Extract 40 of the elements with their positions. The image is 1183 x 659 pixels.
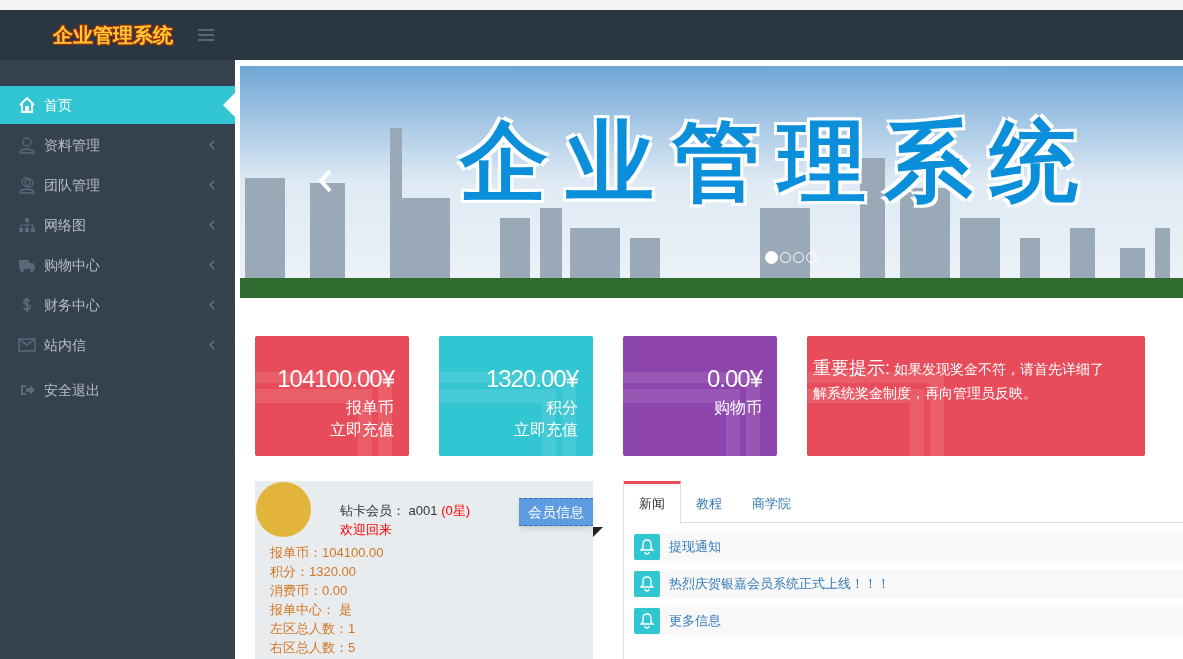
stat-value: 1320.00¥	[484, 364, 578, 394]
welcome-text: 欢迎回来	[340, 521, 393, 539]
user-icon	[18, 136, 36, 154]
avatar	[256, 482, 311, 537]
stat-value: 0.00¥	[705, 364, 762, 394]
news-tab[interactable]: 新闻	[624, 481, 681, 524]
ribbon-fold-icon	[593, 527, 603, 537]
stat-label: 积分	[545, 398, 578, 418]
news-link[interactable]: 更多信息	[669, 611, 721, 631]
envelope-icon	[18, 336, 36, 354]
member-info-button[interactable]: 会员信息	[519, 498, 593, 526]
member-detail: 右区总人数：5	[270, 639, 357, 657]
sidebar-item[interactable]: 网络图	[0, 206, 235, 244]
stat-value: 104100.00¥	[276, 364, 394, 394]
sidebar-item[interactable]: 财务中心	[0, 286, 235, 324]
sidebar-item[interactable]: 购物中心	[0, 246, 235, 284]
sidebar-item[interactable]: 站内信	[0, 326, 235, 364]
recharge-link[interactable]: 立即充值	[255, 419, 394, 441]
news-tab[interactable]: 商学院	[737, 481, 806, 523]
member-detail: 左区总人数：1	[270, 620, 357, 638]
banner-title: 企业管理系统	[460, 111, 1096, 213]
stat-label: 购物币	[713, 398, 762, 418]
member-level: 钻卡会员： a001 (0星)	[340, 502, 471, 520]
logo: 企业管理系统	[51, 23, 173, 48]
home-icon	[18, 96, 36, 114]
menu-icon[interactable]	[198, 29, 214, 41]
notice-text: 重要提示: 如果发现奖金不符，请首先详细了解系统奖金制度，再向管理员反映。	[813, 357, 1105, 403]
member-detail: 消费币：0.00	[270, 582, 349, 600]
sitemap-icon	[18, 216, 36, 234]
news-link[interactable]: 提现通知	[669, 537, 721, 557]
users-icon	[18, 176, 36, 194]
member-detail: 报单币：104100.00	[270, 544, 384, 562]
news-tab[interactable]: 教程	[681, 481, 737, 523]
sidebar-item[interactable]: 团队管理	[0, 166, 235, 204]
member-detail: 报单中心： 是	[270, 601, 353, 619]
member-detail: 积分：1320.00	[270, 563, 357, 581]
stat-label: 报单币	[345, 398, 394, 418]
sidebar-item[interactable]: 资料管理	[0, 126, 235, 164]
active-pointer-icon	[223, 93, 235, 117]
sidebar-item[interactable]: 安全退出	[0, 371, 235, 409]
